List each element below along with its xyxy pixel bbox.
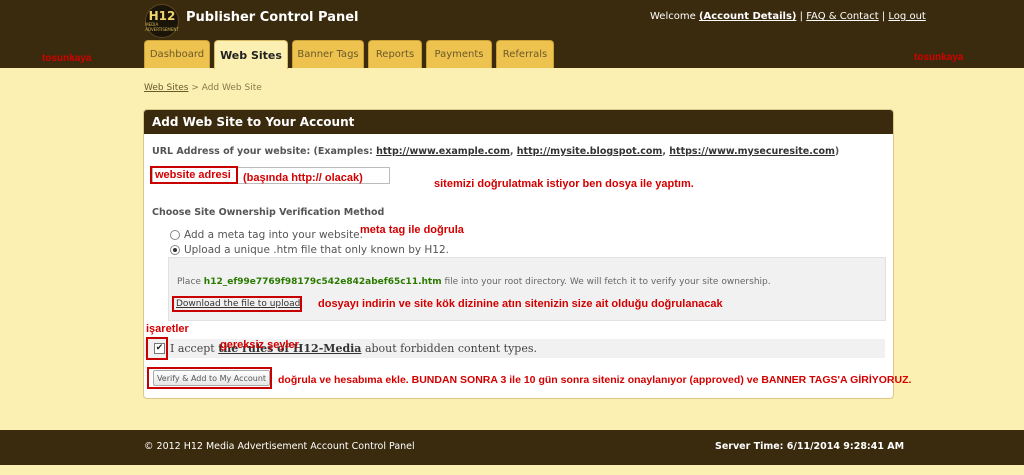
radio-upload-file[interactable]: [170, 245, 180, 255]
radio-meta-tag[interactable]: [170, 230, 180, 240]
example-link-1[interactable]: http://www.example.com: [376, 146, 510, 157]
logout-link[interactable]: Log out: [888, 11, 925, 22]
accept-prefix: I accept: [170, 342, 219, 355]
place-file-text: Place h12_ef99e7769f98179c542e842abef65c…: [177, 277, 771, 287]
faq-contact-link[interactable]: FAQ & Contact: [806, 11, 878, 22]
option-meta-tag[interactable]: Add a meta tag into your website.: [170, 229, 363, 241]
tab-reports[interactable]: Reports: [368, 40, 422, 68]
annotation-http-note: (başında http:// olacak): [243, 172, 363, 184]
option-meta-tag-label: Add a meta tag into your website.: [184, 229, 363, 241]
logo-text: H12: [148, 9, 176, 23]
top-header: H12 MEDIA ADVERTISEMENT Publisher Contro…: [0, 0, 1024, 69]
watermark-right: tosunkaya: [914, 52, 964, 63]
separator: |: [799, 11, 804, 22]
annotation-meta-note: meta tag ile doğrula: [360, 224, 464, 236]
annotation-box-checkbox: [146, 337, 168, 360]
accept-suffix: about forbidden content types.: [361, 342, 537, 355]
comma: ,: [509, 146, 517, 157]
tab-banner-tags[interactable]: Banner Tags: [292, 40, 364, 68]
annotation-box-verify: [147, 367, 272, 389]
tab-web-sites[interactable]: Web Sites: [214, 40, 288, 69]
h12-logo[interactable]: H12 MEDIA ADVERTISEMENT: [145, 4, 179, 38]
tab-dashboard[interactable]: Dashboard: [144, 40, 210, 68]
example-link-2[interactable]: http://mysite.blogspot.com: [517, 146, 663, 157]
annotation-website-address: website adresi: [155, 169, 231, 181]
annotation-final-note: doğrula ve hesabıma ekle. BUNDAN SONRA 3…: [278, 374, 912, 386]
url-label-suffix: ): [834, 146, 840, 157]
panel-title: Add Web Site to Your Account: [144, 110, 893, 134]
option-upload-file-label: Upload a unique .htm file that only know…: [184, 244, 450, 256]
annotation-download-note: dosyayı indirin ve site kök dizinine atı…: [318, 298, 723, 310]
place-suffix: file into your root directory. We will f…: [441, 277, 771, 287]
footer-server-time: Server Time: 6/11/2014 9:28:41 AM: [715, 441, 905, 452]
verification-method-label: Choose Site Ownership Verification Metho…: [152, 207, 385, 218]
welcome-text: Welcome: [650, 11, 696, 22]
example-link-3[interactable]: https://www.mysecuresite.com: [669, 146, 835, 157]
verification-filename: h12_ef99e7769f98179c542e842abef65c11.htm: [203, 277, 442, 287]
footer-copyright: © 2012 H12 Media Advertisement Account C…: [144, 441, 415, 452]
logo-subtext: MEDIA ADVERTISEMENT: [145, 22, 179, 32]
url-label: URL Address of your website: (Examples: …: [152, 146, 839, 157]
place-prefix: Place: [177, 277, 204, 287]
annotation-mark-note: işaretler: [146, 323, 189, 335]
page-footer: © 2012 H12 Media Advertisement Account C…: [0, 430, 1024, 465]
tab-payments[interactable]: Payments: [426, 40, 492, 68]
breadcrumb-separator: >: [188, 83, 202, 93]
add-website-panel: Add Web Site to Your Account URL Address…: [143, 109, 894, 399]
breadcrumb: Web Sites > Add Web Site: [144, 83, 262, 93]
annotation-box-download: [172, 296, 302, 312]
annotation-verify-note: sitemizi doğrulatmak istiyor ben dosya i…: [434, 178, 694, 190]
url-label-prefix: URL Address of your website: (Examples:: [152, 146, 377, 157]
app-title: Publisher Control Panel: [186, 10, 359, 25]
separator: |: [881, 11, 886, 22]
annotation-rules-note: gereksiz şeyler: [220, 339, 299, 351]
account-details-link[interactable]: (Account Details): [699, 11, 797, 22]
top-links: Welcome (Account Details) | FAQ & Contac…: [650, 11, 926, 22]
option-upload-file[interactable]: Upload a unique .htm file that only know…: [170, 244, 449, 256]
breadcrumb-web-sites-link[interactable]: Web Sites: [144, 83, 188, 93]
watermark-left: tosunkaya: [42, 53, 92, 64]
breadcrumb-current: Add Web Site: [201, 83, 262, 93]
tab-referrals[interactable]: Referrals: [496, 40, 554, 68]
